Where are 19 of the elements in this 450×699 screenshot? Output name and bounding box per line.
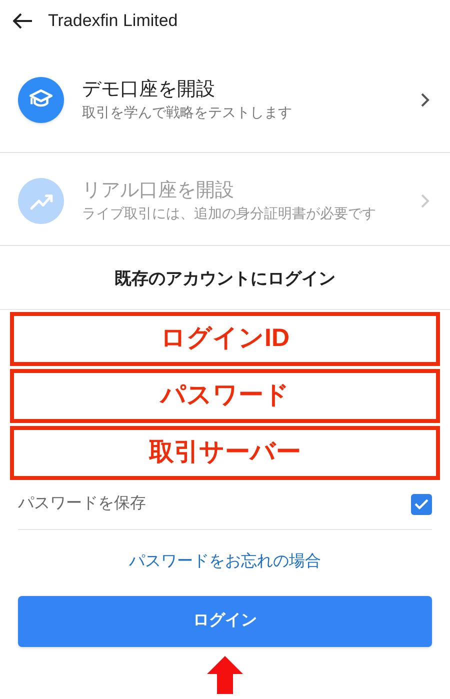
- option-title: デモ口座を開設: [82, 78, 216, 102]
- annotation-box: パスワード: [10, 368, 440, 422]
- option-subtitle: ライブ取引には、追加の身分証明書が必要です: [82, 205, 377, 223]
- account-option[interactable]: デモ口座を開設 取引を学んで戦略をテストします: [0, 60, 450, 153]
- chevron-icon: [420, 193, 430, 209]
- graduation-cap-icon: [18, 77, 64, 123]
- chevron-icon: [420, 92, 430, 108]
- forgot-password-link[interactable]: パスワードをお忘れの場合: [129, 550, 321, 574]
- annotation-box: ログインID: [10, 312, 440, 366]
- arrow-icon: [206, 654, 244, 694]
- section-heading: 既存のアカウントにログイン: [114, 268, 336, 290]
- login-button[interactable]: ログイン: [18, 596, 432, 646]
- annotation-box: 取引サーバー: [10, 426, 440, 480]
- option-subtitle: 取引を学んで戦略をテストします: [82, 104, 293, 122]
- option-title: リアル口座を開設: [82, 179, 235, 204]
- checkmark-icon: [414, 498, 429, 510]
- checkbox[interactable]: [411, 494, 432, 514]
- save-password-label: パスワードを保存: [18, 494, 146, 514]
- page-title: Tradexfin Limited: [48, 10, 178, 32]
